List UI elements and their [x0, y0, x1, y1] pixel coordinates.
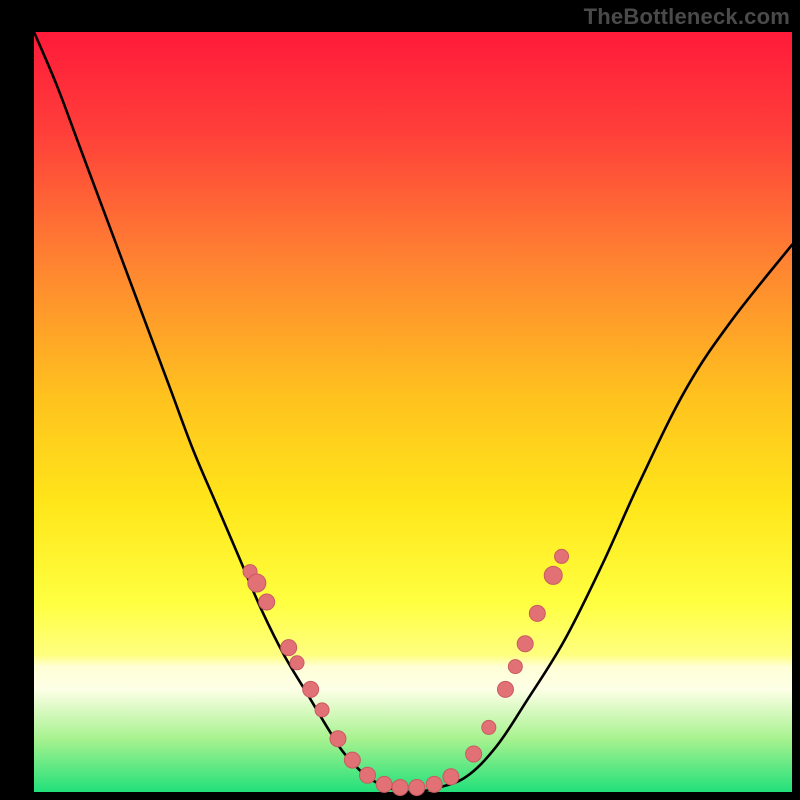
- curve-marker: [508, 660, 522, 674]
- curve-marker: [443, 769, 459, 785]
- curve-marker: [426, 776, 442, 792]
- plot-background: [34, 32, 792, 792]
- curve-marker: [330, 731, 346, 747]
- curve-marker: [392, 779, 408, 795]
- curve-marker: [290, 656, 304, 670]
- curve-marker: [344, 752, 360, 768]
- curve-marker: [497, 681, 513, 697]
- curve-marker: [466, 746, 482, 762]
- curve-marker: [360, 767, 376, 783]
- curve-marker: [482, 720, 496, 734]
- curve-marker: [376, 776, 392, 792]
- curve-marker: [281, 640, 297, 656]
- chart-frame: TheBottleneck.com: [0, 0, 800, 800]
- watermark-label: TheBottleneck.com: [584, 4, 790, 30]
- curve-marker: [544, 566, 562, 584]
- curve-marker: [409, 779, 425, 795]
- curve-marker: [517, 636, 533, 652]
- curve-marker: [529, 605, 545, 621]
- curve-marker: [555, 549, 569, 563]
- curve-marker: [248, 574, 266, 592]
- curve-marker: [259, 594, 275, 610]
- curve-marker: [315, 703, 329, 717]
- curve-marker: [303, 681, 319, 697]
- bottleneck-chart: [0, 0, 800, 800]
